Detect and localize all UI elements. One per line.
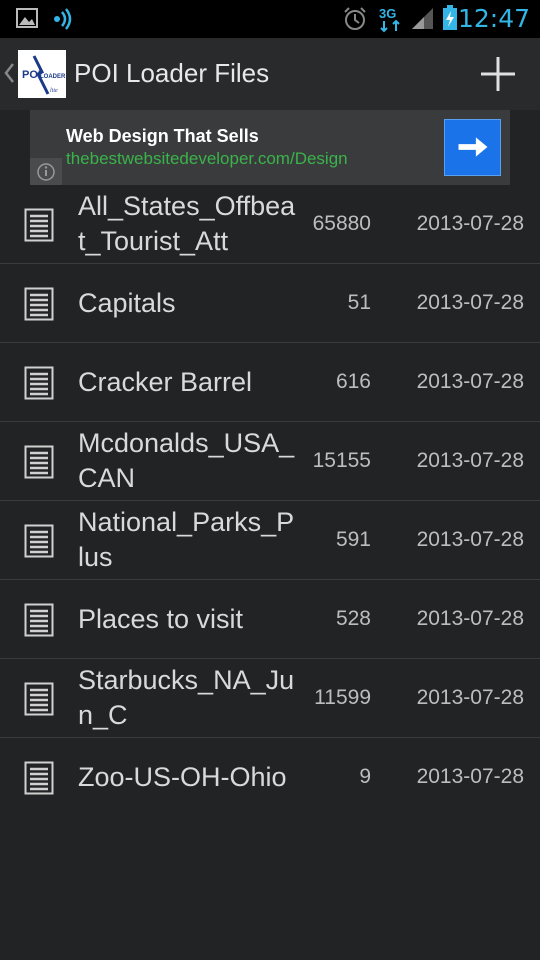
file-poi-count: 15155 <box>312 449 371 472</box>
file-name: Capitals <box>78 287 176 318</box>
file-name: Places to visit <box>78 603 244 634</box>
action-bar: POI LOADER lite POI Loader Files <box>0 38 540 110</box>
file-date: 2013-07-28 <box>416 212 524 235</box>
battery-icon <box>443 5 457 30</box>
back-caret-icon[interactable] <box>3 62 15 84</box>
poi-loader-logo-icon: POI LOADER lite <box>18 50 66 98</box>
file-row[interactable]: All_States_Offbeat_Tourist_Att 65880 201… <box>0 185 540 264</box>
file-date: 2013-07-28 <box>416 528 524 551</box>
svg-text:LOADER: LOADER <box>40 74 66 80</box>
document-icon <box>24 208 54 242</box>
file-row[interactable]: Starbucks_NA_Jun_C 11599 2013-07-28 <box>0 659 540 738</box>
document-icon <box>24 366 54 400</box>
ad-url: thebestwebsitedeveloper.com/Design <box>66 149 348 168</box>
clock-time: 12:47 <box>457 4 530 33</box>
document-icon <box>24 287 54 321</box>
file-date: 2013-07-28 <box>416 607 524 630</box>
page-title: POI Loader Files <box>74 58 270 88</box>
ad-banner[interactable]: Web Design That Sells thebestwebsitedeve… <box>30 110 510 185</box>
file-row[interactable]: National_Parks_Plus 591 2013-07-28 <box>0 501 540 580</box>
gallery-icon <box>16 8 38 28</box>
file-name: Zoo-US-OH-Ohio <box>78 761 287 792</box>
svg-text:3G: 3G <box>379 6 396 21</box>
info-icon <box>37 163 55 181</box>
file-name: National_Parks_Plus <box>78 507 295 572</box>
file-date: 2013-07-28 <box>416 449 524 472</box>
file-poi-count: 528 <box>335 607 371 630</box>
file-row[interactable]: Places to visit 528 2013-07-28 <box>0 580 540 659</box>
file-name: Cracker Barrel <box>78 366 253 397</box>
file-poi-count: 11599 <box>314 686 371 709</box>
arrow-right-icon <box>458 137 488 157</box>
app-logo[interactable]: POI LOADER lite <box>18 50 66 98</box>
file-date: 2013-07-28 <box>416 686 524 709</box>
signal-icon <box>412 8 433 29</box>
file-poi-count: 616 <box>335 370 371 393</box>
file-row[interactable]: Capitals 51 2013-07-28 <box>0 264 540 343</box>
document-icon <box>24 524 54 558</box>
file-date: 2013-07-28 <box>416 370 524 393</box>
document-icon <box>24 603 54 637</box>
file-poi-count: 9 <box>359 765 371 788</box>
plus-icon[interactable] <box>478 54 518 94</box>
document-icon <box>24 761 54 795</box>
ad-info-button[interactable] <box>30 158 62 185</box>
alarm-icon <box>344 7 366 30</box>
file-poi-count: 591 <box>335 528 371 551</box>
file-date: 2013-07-28 <box>416 291 524 314</box>
file-name: All_States_Offbeat_Tourist_Att <box>78 191 296 256</box>
file-date: 2013-07-28 <box>416 765 524 788</box>
document-icon <box>24 445 54 479</box>
file-row[interactable]: Mcdonalds_USA_CAN 15155 2013-07-28 <box>0 422 540 501</box>
file-row[interactable]: Zoo-US-OH-Ohio 9 2013-07-28 <box>0 738 540 816</box>
svg-text:lite: lite <box>50 88 58 94</box>
file-list: All_States_Offbeat_Tourist_Att 65880 201… <box>0 185 540 816</box>
status-bar: 3G 12:47 <box>0 0 540 38</box>
3g-icon: 3G <box>379 6 400 33</box>
radio-icon <box>54 8 72 30</box>
file-row[interactable]: Cracker Barrel 616 2013-07-28 <box>0 343 540 422</box>
file-name: Starbucks_NA_Jun_C <box>78 665 295 730</box>
document-icon <box>24 682 54 716</box>
ad-headline: Web Design That Sells <box>66 126 259 146</box>
file-name: Mcdonalds_USA_CAN <box>78 428 295 493</box>
ad-go-button[interactable] <box>444 119 501 176</box>
file-poi-count: 51 <box>347 291 371 314</box>
file-poi-count: 65880 <box>312 212 371 235</box>
